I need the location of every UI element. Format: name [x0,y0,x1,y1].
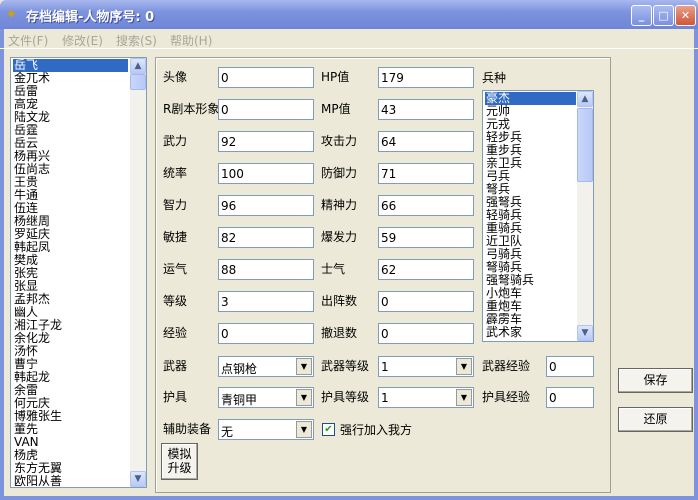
weapon-value: 点钢枪 [221,362,258,376]
force-join-label[interactable]: 强行加入我方 [340,421,412,438]
menu-file[interactable]: 文件(F) [8,32,48,49]
field-label: 士气 [321,262,346,276]
armor-exp-label: 护具经验 [482,390,531,404]
troop-list[interactable]: 豪杰 元帅 元戎 轻步兵 重步兵 亲卫兵 弓兵 弩兵 强弩兵 轻骑兵 重骑兵 近卫队 弓骑兵 弩骑兵 强弩骑… [482,90,594,342]
chevron-down-icon[interactable]: ▼ [296,358,312,375]
force-join-checkbox[interactable]: ✔ [322,423,335,436]
weapon-select[interactable]: 点钢枪 ▼ [218,356,314,377]
window-title: 存档编辑-人物序号: 0 [26,10,155,25]
field-input[interactable]: 88 [218,259,314,280]
app-bird-icon: ✦ [5,5,18,23]
field-label: MP值 [321,102,351,116]
field-input[interactable]: 66 [378,195,474,216]
scroll-thumb[interactable] [130,74,146,90]
simulate-label-line2: 升级 [167,461,192,475]
weapon-level-value: 1 [381,360,389,374]
armor-level-value: 1 [381,391,389,405]
chevron-down-icon[interactable]: ▼ [296,389,312,406]
window-border [0,496,698,500]
field-input[interactable]: 59 [378,227,474,248]
field-input[interactable]: 0 [378,291,474,312]
weapon-exp-input[interactable]: 0 [546,356,594,377]
field-input[interactable]: 179 [378,67,474,88]
minimize-button[interactable]: _ [631,5,652,26]
field-input[interactable]: 43 [378,99,474,120]
armor-label: 护具 [163,390,188,404]
scroll-down-icon[interactable]: ▼ [130,471,146,487]
field-label: HP值 [321,70,350,84]
window-border [0,29,4,500]
maximize-button[interactable]: □ [653,5,674,26]
field-label: 出阵数 [321,294,358,308]
scroll-up-icon[interactable]: ▲ [577,91,593,107]
close-button[interactable]: ✕ [675,5,696,26]
weapon-exp-label: 武器经验 [482,359,531,373]
simulate-levelup-button[interactable]: 模拟 升级 [161,443,198,480]
field-label: 头像 [163,70,188,84]
field-input[interactable]: 64 [378,131,474,152]
field-input[interactable]: 62 [378,259,474,280]
field-label: 攻击力 [321,134,358,148]
accessory-value: 无 [221,425,234,439]
scroll-up-icon[interactable]: ▲ [130,58,146,74]
restore-button[interactable]: 还原 [618,407,693,432]
troop-list-item[interactable]: 武术家 [485,326,576,339]
menu-help[interactable]: 帮助(H) [170,32,212,49]
chevron-down-icon[interactable]: ▼ [456,389,472,406]
scroll-down-icon[interactable]: ▼ [577,325,593,341]
weapon-level-label: 武器等级 [321,359,370,373]
window-border [694,29,698,500]
character-list[interactable]: 岳飞 金兀术 岳雷 高宠 陆文龙 岳霆 岳云 杨再兴 伍尚志 王贵 牛通 伍连 杨继周 罗延庆 韩起凤 樊成张… [10,57,147,488]
field-input[interactable]: 0 [218,323,314,344]
weapon-label: 武器 [163,359,188,373]
field-label: 撤退数 [321,326,358,340]
field-label: 经验 [163,326,188,340]
troop-label: 兵种 [482,71,507,85]
armor-level-select[interactable]: 1 ▼ [378,387,474,408]
armor-value: 青铜甲 [221,393,258,407]
menu-edit[interactable]: 修改(E) [62,32,103,49]
accessory-label: 辅助装备 [163,422,212,436]
weapon-level-select[interactable]: 1 ▼ [378,356,474,377]
simulate-label-line1: 模拟 [167,447,192,461]
armor-level-label: 护具等级 [321,390,370,404]
field-input[interactable]: 0 [218,99,314,120]
field-input[interactable]: 96 [218,195,314,216]
armor-exp-input[interactable]: 0 [546,387,594,408]
field-label: 武力 [163,134,188,148]
armor-select[interactable]: 青铜甲 ▼ [218,387,314,408]
menu-search[interactable]: 搜索(S) [116,32,157,49]
troop-list-scrollbar[interactable]: ▲ ▼ [577,91,593,341]
field-label: 防御力 [321,166,358,180]
chevron-down-icon[interactable]: ▼ [296,421,312,438]
field-label: 智力 [163,198,188,212]
menu-bar: 文件(F) 修改(E) 搜索(S) 帮助(H) [0,29,698,49]
field-label: 统率 [163,166,188,180]
scroll-thumb[interactable] [577,108,593,182]
field-label: 敏捷 [163,230,188,244]
field-label: 运气 [163,262,188,276]
field-input[interactable]: 92 [218,131,314,152]
field-input[interactable]: 82 [218,227,314,248]
field-input[interactable]: 71 [378,163,474,184]
chevron-down-icon[interactable]: ▼ [456,358,472,375]
character-list-item[interactable]: 欧阳从善 [13,475,128,488]
field-label: 精神力 [321,198,358,212]
field-label: 爆发力 [321,230,358,244]
accessory-select[interactable]: 无 ▼ [218,419,314,440]
field-input[interactable]: 0 [218,67,314,88]
character-list-scrollbar[interactable]: ▲ ▼ [130,58,146,487]
field-input[interactable]: 3 [218,291,314,312]
field-label: 等级 [163,294,188,308]
field-input[interactable]: 100 [218,163,314,184]
field-label: R剧本形象 [163,102,220,116]
field-input[interactable]: 0 [378,323,474,344]
save-button[interactable]: 保存 [618,368,693,393]
